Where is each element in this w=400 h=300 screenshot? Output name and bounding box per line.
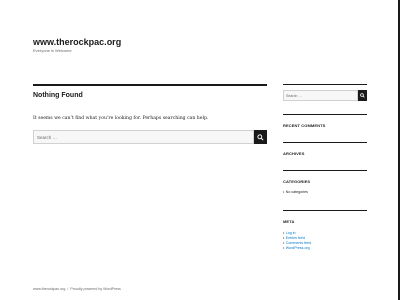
categories-list: No categories xyxy=(283,190,308,195)
site-footer: www.therockpac.org / Proudly powered by Wo… xyxy=(33,287,121,291)
meta-list: Log in Entries feed Comments feed WordPr… xyxy=(283,231,311,251)
site-title[interactable]: www.therockpac.org xyxy=(33,37,121,47)
footer-separator: / xyxy=(67,287,69,291)
search-icon xyxy=(257,133,264,141)
recent-comments-title: RECENT COMMENTS xyxy=(283,123,326,128)
meta-link-comments-feed[interactable]: Comments feed xyxy=(286,241,311,245)
sidebar-search-form: Search … xyxy=(283,90,367,101)
main-divider xyxy=(33,84,267,86)
meta-link-entries-feed[interactable]: Entries feed xyxy=(286,236,305,240)
categories-title: CATEGORIES xyxy=(283,179,311,184)
sidebar-search-input[interactable]: Search … xyxy=(283,90,358,101)
list-item: No categories xyxy=(283,190,308,195)
search-icon xyxy=(360,93,365,98)
main-search-input[interactable]: Search … xyxy=(33,130,254,144)
sidebar-divider xyxy=(283,142,367,143)
list-item: WordPress.org xyxy=(283,246,311,251)
meta-title: META xyxy=(283,219,295,224)
footer-powered-by[interactable]: Proudly powered by WordPress xyxy=(70,287,120,291)
archives-title: ARCHIVES xyxy=(283,151,305,156)
sidebar-divider xyxy=(283,170,367,171)
page-title: Nothing Found xyxy=(33,92,83,99)
main-search-form: Search … xyxy=(33,130,267,144)
meta-link-login[interactable]: Log in xyxy=(286,231,296,235)
sidebar-divider xyxy=(283,114,367,115)
sidebar-search-button[interactable] xyxy=(358,90,367,101)
main-search-button[interactable] xyxy=(254,130,267,144)
not-found-message: It seems we can’t find what you’re looki… xyxy=(33,116,209,121)
sidebar-divider xyxy=(283,84,367,85)
meta-link-wordpress-org[interactable]: WordPress.org xyxy=(286,246,310,250)
category-item: No categories xyxy=(285,190,308,194)
site-description: Everyone is Welcome xyxy=(33,48,72,53)
sidebar-divider xyxy=(283,210,367,211)
footer-site-link[interactable]: www.therockpac.org xyxy=(33,287,65,291)
